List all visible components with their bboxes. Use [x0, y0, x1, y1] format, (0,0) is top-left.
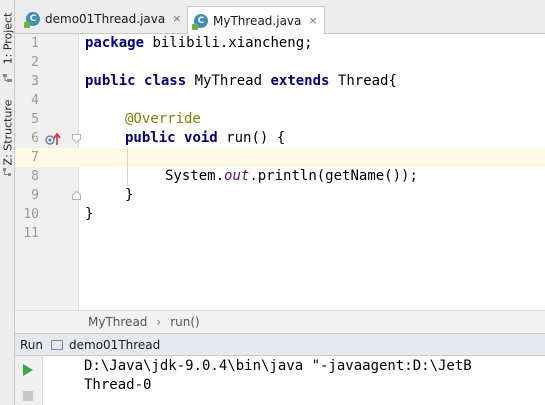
code-text: }	[85, 206, 94, 222]
project-tab-label: 1: Project	[1, 12, 14, 64]
keyword: class	[144, 73, 187, 89]
structure-tab-label: Z: Structure	[1, 99, 15, 165]
code-line-10: }	[85, 205, 93, 224]
tool-window-strip: 1: Project Z: Structure	[0, 0, 15, 405]
code-line-5: @Override	[125, 110, 201, 129]
hierarchy-icon	[3, 168, 11, 176]
line-number: 7	[31, 150, 39, 165]
java-class-icon: C	[192, 13, 208, 30]
code-text: .println(getName());	[249, 168, 418, 184]
breadcrumb: MyThread › run()	[15, 310, 545, 334]
line-number: 8	[31, 169, 39, 184]
editor-tab-bar: C demo01Thread.java × C MyThread.java ×	[15, 0, 545, 34]
indent-guide	[127, 148, 128, 186]
tab-label: demo01Thread.java	[45, 11, 166, 26]
keyword: public	[85, 73, 136, 89]
static-field: out	[224, 168, 250, 184]
code-text: }	[125, 187, 134, 203]
line-number: 1	[31, 36, 39, 51]
code-text: run() {	[217, 130, 286, 146]
code-text: MyThread	[186, 73, 271, 89]
run-panel-header: Run demo01Thread	[15, 334, 545, 356]
tab-mythread[interactable]: C MyThread.java ×	[187, 6, 325, 34]
keyword: public	[125, 130, 176, 146]
code-line-8: System.out.println(getName());	[165, 167, 418, 186]
project-tool-tab[interactable]: 1: Project	[1, 8, 14, 68]
run-toolbar	[15, 356, 43, 405]
breadcrumb-item-class[interactable]: MyThread	[88, 315, 147, 329]
keyword: void	[184, 130, 218, 146]
line-number: 11	[23, 226, 39, 241]
breadcrumb-separator: ›	[156, 315, 162, 329]
structure-icon	[3, 74, 12, 82]
code-line-6: public void run() {	[125, 129, 285, 148]
application-icon	[51, 339, 64, 350]
overrides-method-icon[interactable]	[45, 132, 61, 146]
tab-label: MyThread.java	[213, 13, 302, 28]
line-number: 9	[31, 188, 39, 203]
keyword: extends	[270, 73, 330, 89]
fold-icon[interactable]	[72, 134, 81, 143]
editor-gutter: 1 2 3 4 5 6 7 8 9 10 11	[15, 34, 81, 310]
code-editor[interactable]: 1 2 3 4 5 6 7 8 9 10 11 package bilibili…	[15, 34, 545, 310]
code-line-1: package bilibili.xiancheng;	[85, 34, 313, 53]
line-number: 6	[31, 131, 39, 146]
tab-demo01thread[interactable]: C demo01Thread.java ×	[20, 6, 184, 31]
line-number: 5	[31, 112, 39, 127]
console-line: Thread-0	[84, 377, 152, 393]
code-line-3: public class MyThread extends Thread{	[85, 72, 397, 91]
structure-tool-tab[interactable]: Z: Structure	[1, 96, 14, 168]
run-config-label: demo01Thread	[69, 337, 161, 352]
line-number: 3	[31, 74, 39, 89]
stop-icon[interactable]	[21, 389, 35, 403]
code-text: System.	[165, 168, 225, 184]
run-panel-title: Run	[20, 337, 44, 352]
fold-icon[interactable]	[72, 191, 81, 200]
run-config-tab[interactable]: demo01Thread	[51, 338, 160, 352]
keyword: package	[85, 35, 145, 51]
code-text: Thread{	[329, 73, 397, 89]
breadcrumb-item-method[interactable]: run()	[170, 315, 200, 329]
run-icon[interactable]	[21, 363, 35, 377]
console-line: D:\Java\jdk-9.0.4\bin\java "-javaagent:D…	[84, 358, 472, 374]
code-text: bilibili.xiancheng;	[144, 35, 313, 51]
close-icon[interactable]: ×	[172, 12, 181, 25]
line-number: 4	[31, 93, 39, 108]
console-output[interactable]: D:\Java\jdk-9.0.4\bin\java "-javaagent:D…	[43, 356, 545, 405]
current-line-highlight	[79, 148, 545, 167]
line-number: 2	[31, 55, 39, 70]
annotation: @Override	[125, 111, 201, 127]
code-line-9: }	[125, 186, 133, 205]
java-class-icon: C	[24, 11, 40, 28]
line-number: 10	[23, 207, 39, 222]
close-icon[interactable]: ×	[308, 14, 317, 27]
